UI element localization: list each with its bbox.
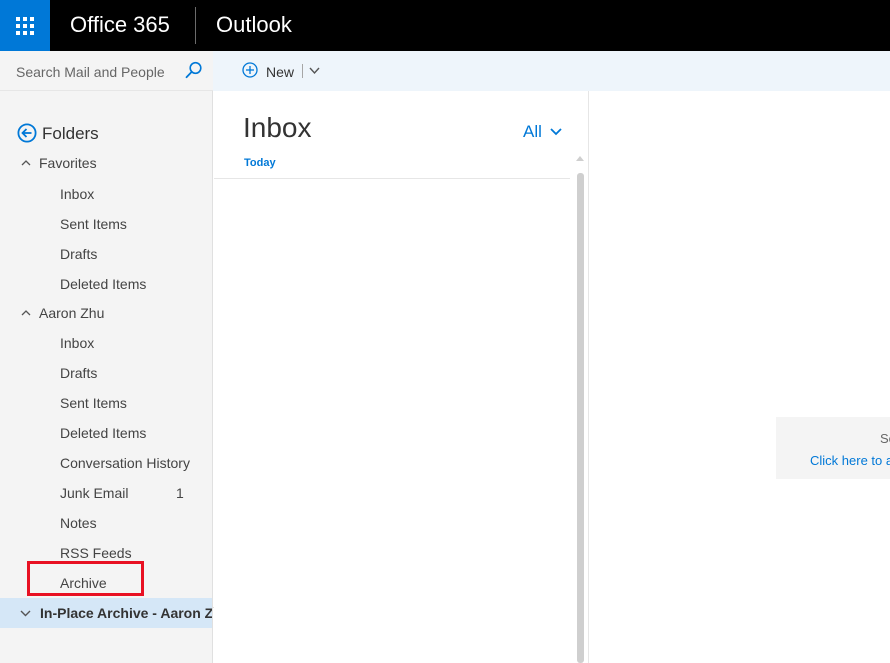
date-group-header: Today [244,157,276,169]
chevron-down-icon[interactable] [550,127,562,136]
message-list-pane [214,91,589,663]
folder-item-conversation-history[interactable]: Conversation History [60,455,190,471]
archive-highlight-box [27,561,144,596]
folder-item-drafts[interactable]: Drafts [60,365,97,381]
filter-dropdown[interactable]: All [523,122,542,142]
folder-item-junk-email[interactable]: Junk Email [60,485,128,501]
group-favorites[interactable]: Favorites [39,155,97,171]
group-in-place-archive[interactable]: In-Place Archive - Aaron Zhu [40,605,212,621]
reading-pane-text: Se [880,431,890,446]
scroll-up-arrow-icon[interactable] [576,155,584,161]
folder-item-drafts[interactable]: Drafts [60,246,97,262]
chevron-up-icon[interactable] [21,159,31,167]
reading-pane-link[interactable]: Click here to a [810,453,890,468]
group-aaron-zhu[interactable]: Aaron Zhu [39,305,104,321]
scrollbar-thumb[interactable] [577,173,584,663]
search-input[interactable]: Search Mail and People [0,51,213,91]
folder-item-inbox[interactable]: Inbox [60,186,94,202]
app-title[interactable]: Outlook [216,12,292,38]
search-placeholder: Search Mail and People [16,64,165,80]
back-arrow-icon[interactable] [17,123,37,143]
chevron-up-icon[interactable] [21,309,31,317]
message-list-title: Inbox [243,112,312,143]
office365-brand[interactable]: Office 365 [70,12,170,38]
app-launcher-button[interactable] [0,0,50,51]
new-button-separator [302,64,303,78]
folder-item-deleted-items[interactable]: Deleted Items [60,276,146,292]
plus-circle-icon[interactable] [242,62,258,78]
folder-item-rss-feeds[interactable]: RSS Feeds [60,545,132,561]
reading-pane-message-card [776,417,890,479]
list-divider [214,178,570,179]
reading-pane [590,91,890,663]
folder-item-sent-items[interactable]: Sent Items [60,395,127,411]
search-icon[interactable] [185,61,203,79]
new-button[interactable]: New [266,64,294,80]
header-divider [195,7,196,44]
unread-count-badge: 1 [176,485,184,501]
folder-item-inbox[interactable]: Inbox [60,335,94,351]
folder-item-sent-items[interactable]: Sent Items [60,216,127,232]
folders-heading[interactable]: Folders [42,124,99,144]
folder-item-notes[interactable]: Notes [60,515,97,531]
chevron-down-icon[interactable] [20,609,31,617]
folder-item-deleted-items[interactable]: Deleted Items [60,425,146,441]
chevron-down-icon[interactable] [309,66,320,75]
